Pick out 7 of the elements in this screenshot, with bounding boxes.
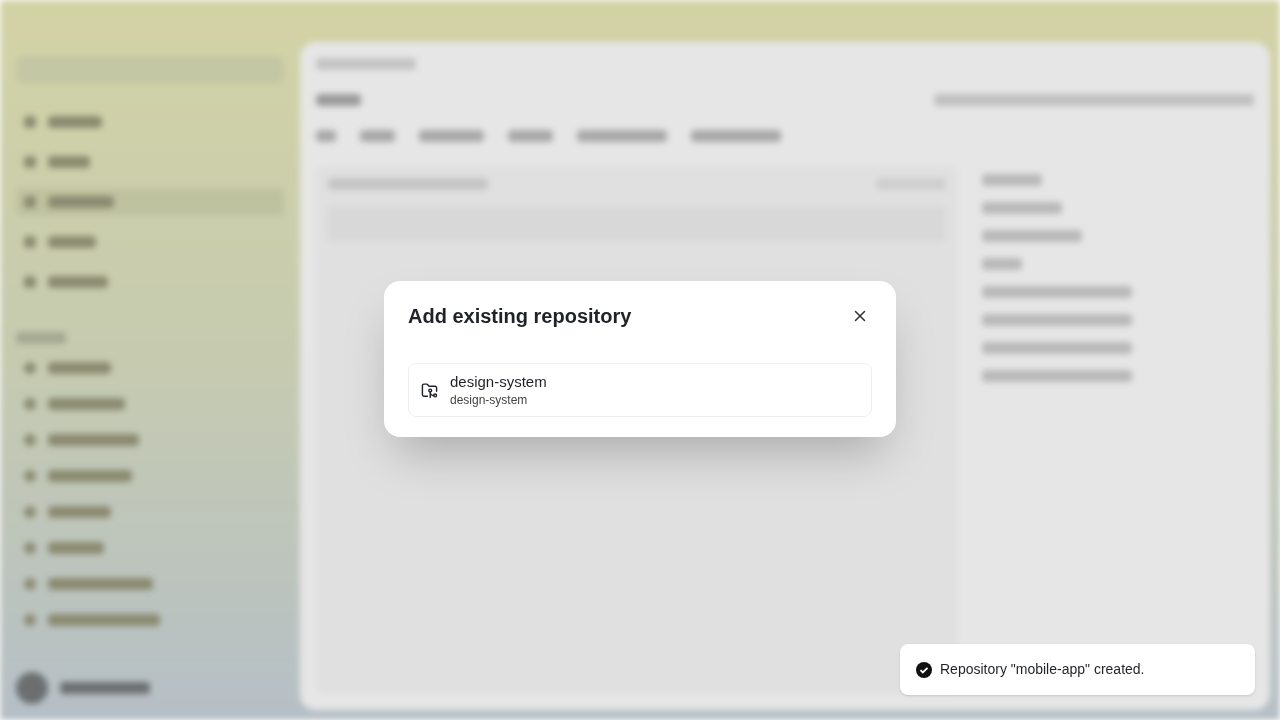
check-circle-icon xyxy=(916,661,932,678)
repository-item[interactable]: design-system design-system xyxy=(408,363,872,417)
folder-git-icon xyxy=(421,381,438,399)
dialog-title: Add existing repository xyxy=(408,304,632,329)
toast-message: Repository "mobile-app" created. xyxy=(940,660,1145,679)
repository-name: design-system xyxy=(450,372,547,392)
repository-path: design-system xyxy=(450,392,529,408)
